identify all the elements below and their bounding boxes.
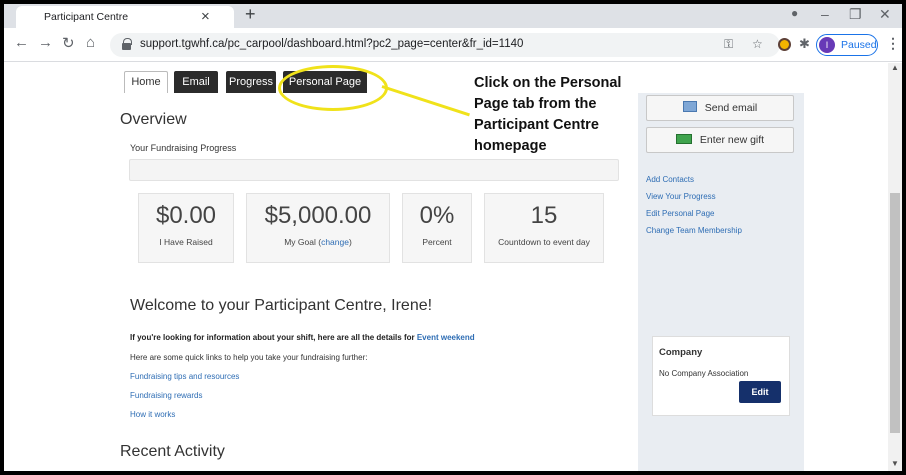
page-viewport: Home Email Progress Personal Page Overvi…: [4, 63, 888, 471]
fundraising-progress-bar: [129, 159, 619, 181]
restore-icon[interactable]: ❐: [849, 6, 862, 23]
stat-goal: $5,000.00 My Goal (change): [246, 193, 390, 263]
send-email-button[interactable]: Send email: [646, 95, 794, 121]
enter-new-gift-button[interactable]: Enter new gift: [646, 127, 794, 153]
shift-info: If you're looking for information about …: [130, 333, 475, 342]
tab-progress[interactable]: Progress: [226, 71, 276, 93]
extension-icon[interactable]: [778, 38, 791, 51]
money-icon: [675, 134, 692, 144]
tab-strip: Participant Centre × + ● – ❐ ✕: [4, 4, 902, 28]
event-weekend-link[interactable]: Event weekend: [417, 333, 475, 342]
link-edit-personal-page[interactable]: Edit Personal Page: [646, 209, 715, 218]
link-change-team[interactable]: Change Team Membership: [646, 226, 742, 235]
close-window-icon[interactable]: ✕: [879, 6, 891, 23]
stat-label: My Goal (change): [284, 237, 352, 247]
stat-value: $0.00: [155, 202, 217, 229]
tab-home[interactable]: Home: [124, 71, 168, 93]
stat-label: Countdown to event day: [498, 237, 590, 247]
company-box: Company No Company Association Edit: [652, 336, 790, 416]
browser-window: Participant Centre × + ● – ❐ ✕ ← → ↻ ⌂ s…: [4, 4, 902, 471]
page-scrollbar[interactable]: ▲ ▼: [888, 63, 902, 471]
stat-label: Percent: [422, 237, 452, 247]
menu-icon[interactable]: ⋮: [886, 35, 900, 52]
link-fundraising-rewards[interactable]: Fundraising rewards: [130, 391, 202, 400]
stat-raised: $0.00 I Have Raised: [138, 193, 234, 263]
link-add-contacts[interactable]: Add Contacts: [646, 175, 694, 184]
link-how-it-works[interactable]: How it works: [130, 410, 175, 419]
goal-label: My Goal: [284, 237, 316, 247]
stat-countdown: 15 Countdown to event day: [484, 193, 604, 263]
browser-toolbar: ← → ↻ ⌂ support.tgwhf.ca/pc_carpool/dash…: [4, 28, 902, 62]
progress-label: Your Fundraising Progress: [130, 143, 237, 153]
close-tab-icon[interactable]: ×: [201, 8, 210, 25]
home-icon[interactable]: ⌂: [86, 34, 95, 51]
address-bar[interactable]: support.tgwhf.ca/pc_carpool/dashboard.ht…: [110, 33, 780, 57]
mail-icon: [682, 101, 697, 112]
tab-title: Participant Centre: [44, 11, 129, 23]
profile-status: Paused: [841, 39, 877, 51]
sidebar: Send email Enter new gift Add Contacts V…: [638, 93, 804, 471]
lock-icon: [122, 38, 132, 50]
enter-gift-label: Enter new gift: [699, 134, 765, 146]
key-icon[interactable]: ⚿: [724, 37, 733, 52]
stat-value: 15: [530, 202, 558, 229]
scroll-thumb[interactable]: [890, 193, 900, 433]
reload-icon[interactable]: ↻: [62, 34, 75, 52]
forward-icon[interactable]: →: [38, 34, 53, 51]
welcome-heading: Welcome to your Participant Centre, Iren…: [130, 297, 433, 314]
link-fundraising-tips[interactable]: Fundraising tips and resources: [130, 372, 239, 381]
change-goal-link[interactable]: change: [321, 237, 349, 247]
scroll-down-arrow-icon[interactable]: ▼: [891, 459, 899, 468]
tab-email[interactable]: Email: [174, 71, 218, 93]
url-text: support.tgwhf.ca/pc_carpool/dashboard.ht…: [140, 38, 524, 50]
new-tab-icon[interactable]: +: [245, 4, 256, 25]
overview-heading: Overview: [120, 111, 187, 128]
company-edit-button[interactable]: Edit: [739, 381, 781, 403]
send-email-label: Send email: [704, 102, 758, 114]
stat-value: $5,000.00: [264, 202, 372, 229]
shift-text: If you're looking for information about …: [130, 333, 415, 342]
profile-menu-icon[interactable]: ●: [791, 6, 798, 20]
stat-percent: 0% Percent: [402, 193, 472, 263]
browser-tab[interactable]: Participant Centre ×: [16, 6, 234, 28]
bookmark-star-icon[interactable]: ☆: [752, 37, 763, 51]
annotation-text: Click on the Personal Page tab from the …: [474, 75, 622, 154]
back-icon[interactable]: ←: [14, 34, 29, 51]
stat-label: I Have Raised: [159, 237, 213, 247]
minimize-icon[interactable]: –: [821, 6, 829, 22]
avatar: I: [819, 37, 835, 53]
stat-value: 0%: [419, 202, 455, 229]
company-title: Company: [659, 347, 703, 358]
profile-button[interactable]: I Paused: [816, 34, 878, 56]
annotation-highlight-ellipse: [278, 65, 388, 111]
recent-activity-heading: Recent Activity: [120, 443, 225, 460]
scroll-up-arrow-icon[interactable]: ▲: [891, 63, 899, 72]
quick-links-intro: Here are some quick links to help you ta…: [130, 353, 368, 362]
link-view-progress[interactable]: View Your Progress: [646, 192, 716, 201]
extensions-puzzle-icon[interactable]: ✱: [799, 36, 810, 52]
company-text: No Company Association: [659, 369, 749, 378]
